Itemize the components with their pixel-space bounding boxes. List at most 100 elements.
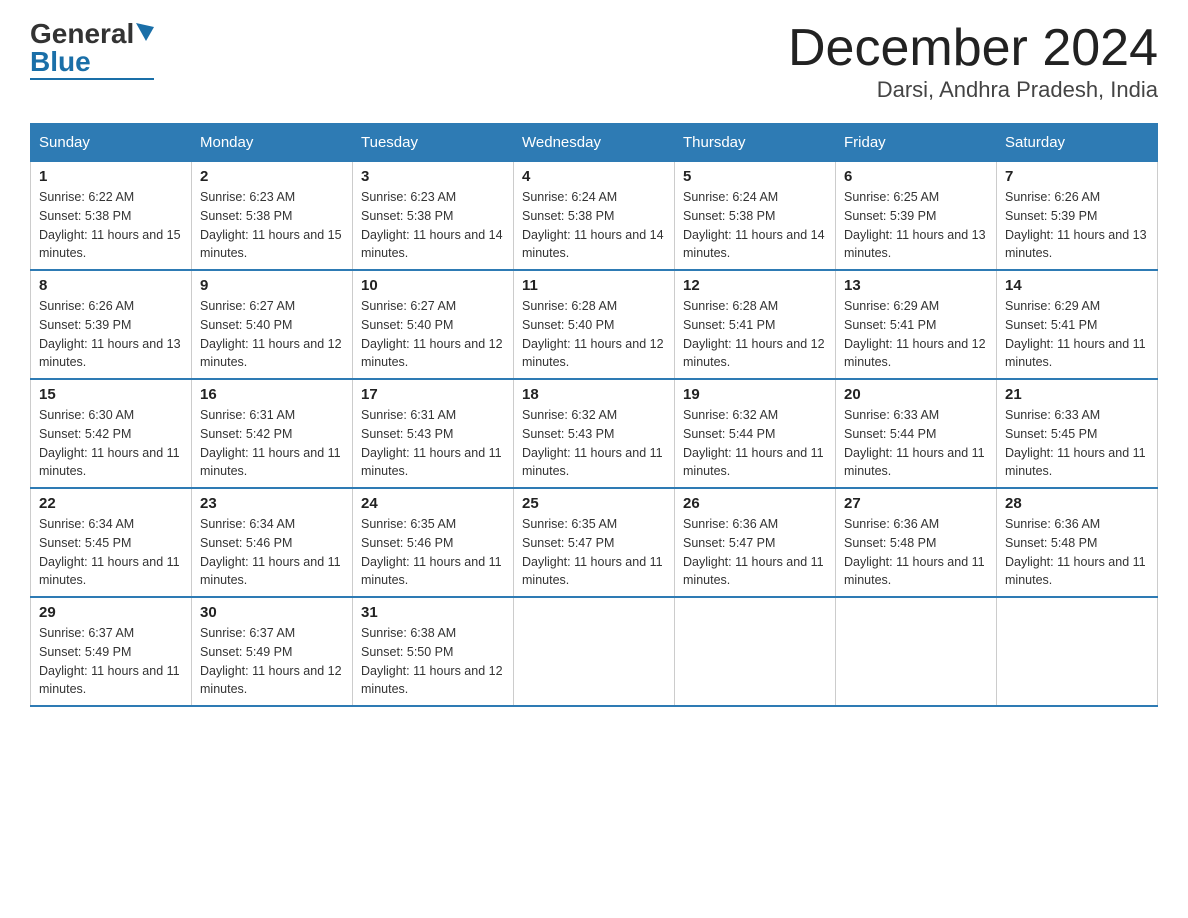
calendar-cell: 25 Sunrise: 6:35 AMSunset: 5:47 PMDaylig… bbox=[514, 488, 675, 597]
day-info: Sunrise: 6:32 AMSunset: 5:43 PMDaylight:… bbox=[522, 408, 663, 478]
calendar-week-3: 15 Sunrise: 6:30 AMSunset: 5:42 PMDaylig… bbox=[31, 379, 1158, 488]
calendar-cell: 13 Sunrise: 6:29 AMSunset: 5:41 PMDaylig… bbox=[836, 270, 997, 379]
day-info: Sunrise: 6:36 AMSunset: 5:48 PMDaylight:… bbox=[1005, 517, 1146, 587]
calendar-cell: 6 Sunrise: 6:25 AMSunset: 5:39 PMDayligh… bbox=[836, 162, 997, 271]
calendar-table: SundayMondayTuesdayWednesdayThursdayFrid… bbox=[30, 123, 1158, 707]
day-number: 28 bbox=[1005, 495, 1149, 512]
calendar-cell bbox=[514, 597, 675, 706]
day-number: 21 bbox=[1005, 386, 1149, 403]
day-info: Sunrise: 6:34 AMSunset: 5:46 PMDaylight:… bbox=[200, 517, 341, 587]
calendar-cell: 15 Sunrise: 6:30 AMSunset: 5:42 PMDaylig… bbox=[31, 379, 192, 488]
day-number: 20 bbox=[844, 386, 988, 403]
day-number: 4 bbox=[522, 168, 666, 185]
header-wednesday: Wednesday bbox=[514, 124, 675, 162]
day-number: 15 bbox=[39, 386, 183, 403]
calendar-cell: 28 Sunrise: 6:36 AMSunset: 5:48 PMDaylig… bbox=[997, 488, 1158, 597]
calendar-cell: 12 Sunrise: 6:28 AMSunset: 5:41 PMDaylig… bbox=[675, 270, 836, 379]
calendar-cell: 7 Sunrise: 6:26 AMSunset: 5:39 PMDayligh… bbox=[997, 162, 1158, 271]
day-number: 2 bbox=[200, 168, 344, 185]
logo: General Blue bbox=[30, 20, 154, 80]
day-number: 29 bbox=[39, 604, 183, 621]
day-info: Sunrise: 6:37 AMSunset: 5:49 PMDaylight:… bbox=[39, 626, 180, 696]
day-info: Sunrise: 6:28 AMSunset: 5:40 PMDaylight:… bbox=[522, 299, 664, 369]
calendar-cell: 16 Sunrise: 6:31 AMSunset: 5:42 PMDaylig… bbox=[192, 379, 353, 488]
calendar-cell: 22 Sunrise: 6:34 AMSunset: 5:45 PMDaylig… bbox=[31, 488, 192, 597]
day-number: 3 bbox=[361, 168, 505, 185]
calendar-cell: 2 Sunrise: 6:23 AMSunset: 5:38 PMDayligh… bbox=[192, 162, 353, 271]
calendar-cell: 14 Sunrise: 6:29 AMSunset: 5:41 PMDaylig… bbox=[997, 270, 1158, 379]
day-info: Sunrise: 6:23 AMSunset: 5:38 PMDaylight:… bbox=[361, 190, 503, 260]
day-info: Sunrise: 6:38 AMSunset: 5:50 PMDaylight:… bbox=[361, 626, 503, 696]
header-friday: Friday bbox=[836, 124, 997, 162]
day-info: Sunrise: 6:27 AMSunset: 5:40 PMDaylight:… bbox=[200, 299, 342, 369]
logo-blue-text: Blue bbox=[30, 48, 91, 76]
calendar-cell: 31 Sunrise: 6:38 AMSunset: 5:50 PMDaylig… bbox=[353, 597, 514, 706]
calendar-header-row: SundayMondayTuesdayWednesdayThursdayFrid… bbox=[31, 124, 1158, 162]
calendar-cell bbox=[675, 597, 836, 706]
day-info: Sunrise: 6:29 AMSunset: 5:41 PMDaylight:… bbox=[844, 299, 986, 369]
day-number: 17 bbox=[361, 386, 505, 403]
location-text: Darsi, Andhra Pradesh, India bbox=[788, 77, 1158, 103]
day-number: 18 bbox=[522, 386, 666, 403]
calendar-cell: 8 Sunrise: 6:26 AMSunset: 5:39 PMDayligh… bbox=[31, 270, 192, 379]
calendar-cell: 27 Sunrise: 6:36 AMSunset: 5:48 PMDaylig… bbox=[836, 488, 997, 597]
calendar-cell: 10 Sunrise: 6:27 AMSunset: 5:40 PMDaylig… bbox=[353, 270, 514, 379]
calendar-cell: 26 Sunrise: 6:36 AMSunset: 5:47 PMDaylig… bbox=[675, 488, 836, 597]
day-info: Sunrise: 6:25 AMSunset: 5:39 PMDaylight:… bbox=[844, 190, 986, 260]
day-number: 10 bbox=[361, 277, 505, 294]
day-info: Sunrise: 6:31 AMSunset: 5:42 PMDaylight:… bbox=[200, 408, 341, 478]
day-number: 16 bbox=[200, 386, 344, 403]
calendar-cell: 21 Sunrise: 6:33 AMSunset: 5:45 PMDaylig… bbox=[997, 379, 1158, 488]
day-info: Sunrise: 6:31 AMSunset: 5:43 PMDaylight:… bbox=[361, 408, 502, 478]
day-info: Sunrise: 6:23 AMSunset: 5:38 PMDaylight:… bbox=[200, 190, 342, 260]
day-info: Sunrise: 6:35 AMSunset: 5:47 PMDaylight:… bbox=[522, 517, 663, 587]
month-title: December 2024 bbox=[788, 20, 1158, 77]
day-number: 26 bbox=[683, 495, 827, 512]
calendar-week-2: 8 Sunrise: 6:26 AMSunset: 5:39 PMDayligh… bbox=[31, 270, 1158, 379]
day-number: 13 bbox=[844, 277, 988, 294]
day-info: Sunrise: 6:27 AMSunset: 5:40 PMDaylight:… bbox=[361, 299, 503, 369]
header-sunday: Sunday bbox=[31, 124, 192, 162]
day-info: Sunrise: 6:30 AMSunset: 5:42 PMDaylight:… bbox=[39, 408, 180, 478]
day-number: 25 bbox=[522, 495, 666, 512]
day-info: Sunrise: 6:28 AMSunset: 5:41 PMDaylight:… bbox=[683, 299, 825, 369]
day-number: 31 bbox=[361, 604, 505, 621]
calendar-cell: 3 Sunrise: 6:23 AMSunset: 5:38 PMDayligh… bbox=[353, 162, 514, 271]
logo-general-text: General bbox=[30, 20, 134, 48]
day-number: 5 bbox=[683, 168, 827, 185]
page-header: General Blue December 2024 Darsi, Andhra… bbox=[30, 20, 1158, 103]
day-number: 19 bbox=[683, 386, 827, 403]
day-number: 27 bbox=[844, 495, 988, 512]
day-number: 23 bbox=[200, 495, 344, 512]
header-thursday: Thursday bbox=[675, 124, 836, 162]
day-info: Sunrise: 6:22 AMSunset: 5:38 PMDaylight:… bbox=[39, 190, 181, 260]
calendar-cell: 5 Sunrise: 6:24 AMSunset: 5:38 PMDayligh… bbox=[675, 162, 836, 271]
day-number: 6 bbox=[844, 168, 988, 185]
header-monday: Monday bbox=[192, 124, 353, 162]
calendar-cell: 23 Sunrise: 6:34 AMSunset: 5:46 PMDaylig… bbox=[192, 488, 353, 597]
calendar-cell: 30 Sunrise: 6:37 AMSunset: 5:49 PMDaylig… bbox=[192, 597, 353, 706]
day-number: 12 bbox=[683, 277, 827, 294]
calendar-cell: 9 Sunrise: 6:27 AMSunset: 5:40 PMDayligh… bbox=[192, 270, 353, 379]
calendar-cell bbox=[997, 597, 1158, 706]
day-info: Sunrise: 6:36 AMSunset: 5:47 PMDaylight:… bbox=[683, 517, 824, 587]
calendar-week-4: 22 Sunrise: 6:34 AMSunset: 5:45 PMDaylig… bbox=[31, 488, 1158, 597]
day-number: 11 bbox=[522, 277, 666, 294]
day-number: 8 bbox=[39, 277, 183, 294]
day-info: Sunrise: 6:26 AMSunset: 5:39 PMDaylight:… bbox=[1005, 190, 1147, 260]
title-section: December 2024 Darsi, Andhra Pradesh, Ind… bbox=[788, 20, 1158, 103]
day-info: Sunrise: 6:37 AMSunset: 5:49 PMDaylight:… bbox=[200, 626, 342, 696]
calendar-cell: 18 Sunrise: 6:32 AMSunset: 5:43 PMDaylig… bbox=[514, 379, 675, 488]
day-info: Sunrise: 6:33 AMSunset: 5:45 PMDaylight:… bbox=[1005, 408, 1146, 478]
day-info: Sunrise: 6:29 AMSunset: 5:41 PMDaylight:… bbox=[1005, 299, 1146, 369]
logo-triangle-icon bbox=[136, 23, 154, 41]
day-number: 30 bbox=[200, 604, 344, 621]
day-info: Sunrise: 6:26 AMSunset: 5:39 PMDaylight:… bbox=[39, 299, 181, 369]
calendar-week-5: 29 Sunrise: 6:37 AMSunset: 5:49 PMDaylig… bbox=[31, 597, 1158, 706]
calendar-cell: 19 Sunrise: 6:32 AMSunset: 5:44 PMDaylig… bbox=[675, 379, 836, 488]
calendar-cell: 24 Sunrise: 6:35 AMSunset: 5:46 PMDaylig… bbox=[353, 488, 514, 597]
day-info: Sunrise: 6:33 AMSunset: 5:44 PMDaylight:… bbox=[844, 408, 985, 478]
day-info: Sunrise: 6:24 AMSunset: 5:38 PMDaylight:… bbox=[683, 190, 825, 260]
calendar-cell: 1 Sunrise: 6:22 AMSunset: 5:38 PMDayligh… bbox=[31, 162, 192, 271]
calendar-week-1: 1 Sunrise: 6:22 AMSunset: 5:38 PMDayligh… bbox=[31, 162, 1158, 271]
